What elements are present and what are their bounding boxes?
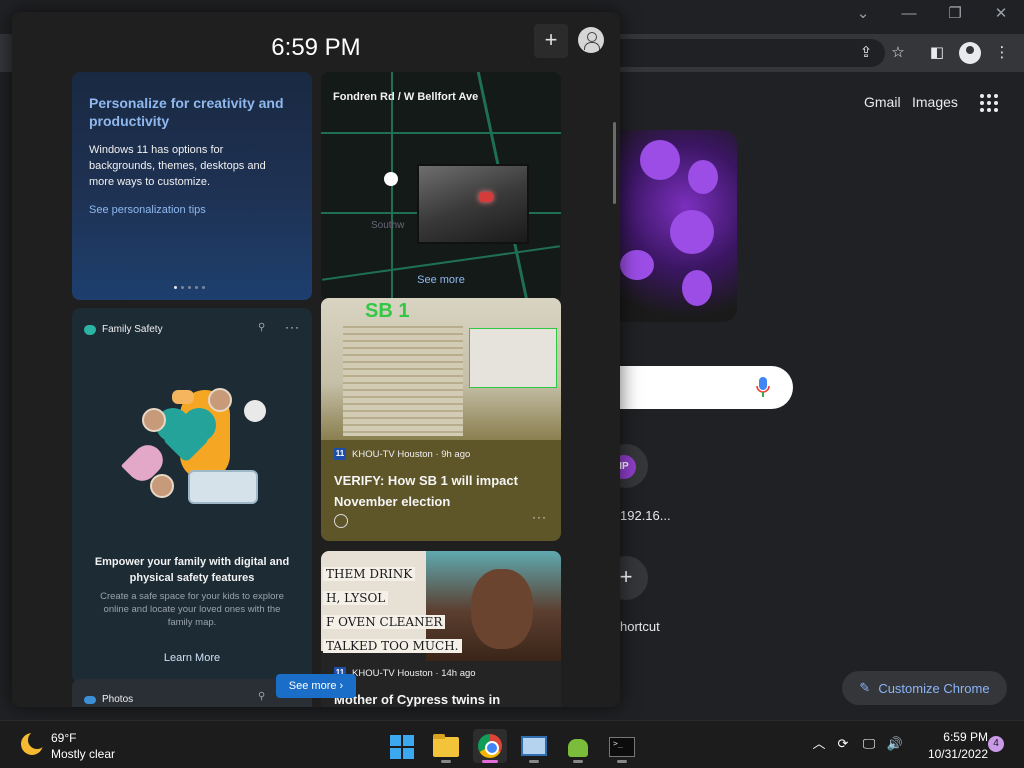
khou-logo-icon: 11 [334,448,346,460]
camera-pin-icon[interactable] [384,172,398,186]
bookmark-star-icon[interactable]: ☆ [887,42,909,64]
menu-kebab-icon[interactable]: ⋮ [991,42,1013,64]
news-headline[interactable]: VERIFY: How SB 1 will impact November el… [334,470,548,512]
widgets-panel: 6:59 PM + Personalize for creativity and… [12,12,620,707]
close-icon[interactable]: ✕ [989,4,1013,24]
add-shortcut-label[interactable]: hortcut [620,619,660,634]
notification-badge[interactable]: 4 [988,736,1004,752]
microphone-icon[interactable] [756,376,770,398]
monitor-icon [521,736,547,756]
file-explorer-button[interactable] [429,729,463,763]
news-image-text: SB 1 [365,300,410,322]
customize-chrome-label: Customize Chrome [878,680,990,696]
chrome-taskbar-button[interactable] [473,729,507,763]
pencil-icon: ✎ [859,680,871,695]
pin-icon[interactable]: ⚲ [258,691,265,702]
news-image-word: F OVEN CLEANER [323,615,446,629]
android-icon [568,739,588,757]
more-options-icon[interactable]: ··· [532,510,547,524]
widgets-scrollbar[interactable] [613,122,616,204]
network-icon[interactable]: 🖵 [859,734,879,754]
add-widget-button[interactable]: + [534,24,568,58]
family-safety-description: Create a safe space for your kids to exp… [100,591,284,628]
news-image-word: THEM DRINK [323,567,416,581]
side-panel-icon[interactable]: ◧ [926,42,948,64]
terminal-icon: >_ [609,737,635,757]
traffic-card[interactable]: Southw Fondren Rd / W Bellfort Ave See m… [321,72,561,300]
reaction-icon[interactable] [334,514,348,528]
pin-icon[interactable]: ⚲ [258,322,265,333]
carousel-dots[interactable] [174,286,205,289]
address-bar[interactable] [600,39,885,67]
news-source-row: 11 KHOU-TV Houston · 9h ago [334,448,470,460]
start-button[interactable] [385,729,419,763]
resource-monitor-button[interactable] [517,729,551,763]
share-icon[interactable]: ⇪ [855,42,877,64]
photos-title: Photos [102,694,134,705]
news-image-sb1: SB 1 [321,298,561,440]
windows-logo-icon [390,735,414,759]
chrome-icon [478,734,502,758]
shortcut-ip-label[interactable]: 192.16... [620,508,671,523]
customize-chrome-button[interactable]: ✎ Customize Chrome [842,671,1007,705]
traffic-see-more-link[interactable]: See more [321,274,561,286]
photos-logo-icon [84,695,96,704]
personalization-tips-link[interactable]: See personalization tips [89,204,206,216]
personalize-title: Personalize for creativity and productiv… [89,95,284,129]
personalize-tips-card[interactable]: Personalize for creativity and productiv… [72,72,312,300]
restore-icon[interactable]: ❐ [943,4,967,24]
family-safety-header: Family Safety [84,324,163,335]
news-source: KHOU-TV Houston · 9h ago [352,448,471,460]
weather-temperature[interactable]: 69°F [51,731,76,745]
news-source: KHOU-TV Houston · 14h ago [352,667,476,679]
map-label: Southw [371,220,405,231]
folder-icon [433,734,459,757]
family-safety-logo-icon [84,324,96,335]
news-headline[interactable]: Mother of Cypress twins in [334,692,548,707]
news-image-word: TALKED TOO MUCH. [323,639,462,653]
photos-header: Photos [84,694,133,705]
volume-icon[interactable]: 🔊 [885,734,905,754]
see-more-button[interactable]: See more › [276,674,356,698]
learn-more-link[interactable]: Learn More [72,652,312,664]
widgets-profile-icon[interactable] [578,27,604,53]
minimize-icon[interactable]: — [897,4,921,24]
family-safety-heading: Empower your family with digital and phy… [94,556,290,584]
tray-date[interactable]: 10/31/2022 [912,747,988,761]
news-image-word: H, LYSOL [323,591,389,605]
tab-search-icon[interactable]: ⌄ [851,4,875,24]
chevron-up-icon[interactable]: ︿ [809,734,829,754]
family-safety-title: Family Safety [102,324,163,335]
google-doodle[interactable] [610,130,737,322]
personalize-body: Windows 11 has options for backgrounds, … [89,144,266,188]
traffic-camera-image[interactable] [417,164,529,244]
sync-icon[interactable]: ⟳ [833,734,853,754]
taskbar: 69°F Mostly clear >_ ︿ ⟳ 🖵 🔊 6:59 PM 10/… [0,720,1024,768]
weather-description[interactable]: Mostly clear [51,747,115,761]
android-studio-button[interactable] [561,729,595,763]
weather-moon-icon[interactable] [21,731,46,755]
news-card-cypress[interactable]: THEM DRINK H, LYSOL F OVEN CLEANER TALKE… [321,551,561,707]
google-apps-icon[interactable] [980,94,1000,112]
widgets-clock: 6:59 PM [271,34,361,61]
images-link[interactable]: Images [912,94,958,110]
gmail-link[interactable]: Gmail [864,94,901,110]
profile-icon[interactable] [959,42,981,64]
news-card-sb1[interactable]: SB 1 11 KHOU-TV Houston · 9h ago VERIFY:… [321,298,561,541]
tray-time[interactable]: 6:59 PM [918,730,988,744]
more-options-icon[interactable]: ··· [285,320,300,334]
traffic-location-title: Fondren Rd / W Bellfort Ave [333,91,479,103]
terminal-button[interactable]: >_ [605,729,639,763]
family-safety-card[interactable]: Family Safety ⚲ ··· Empower your family … [72,308,312,683]
